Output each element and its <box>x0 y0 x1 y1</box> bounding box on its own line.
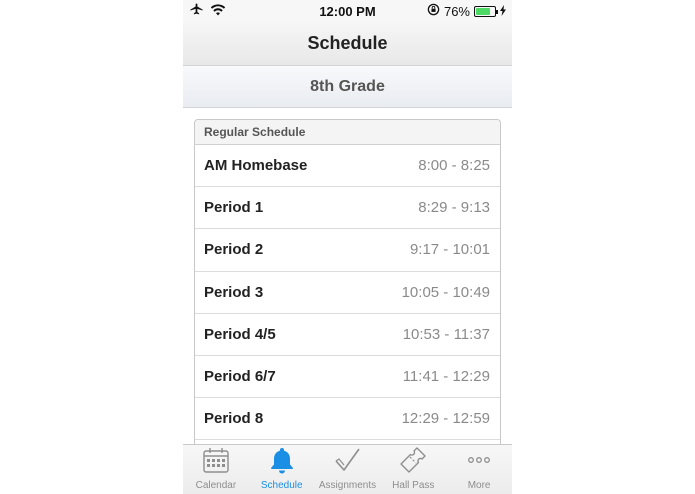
period-name: Period 6/7 <box>204 368 276 386</box>
tab-label: More <box>467 480 491 491</box>
period-time: 8:29 - 9:13 <box>418 199 490 217</box>
battery-level <box>476 7 490 15</box>
period-time: 10:05 - 10:49 <box>401 283 490 301</box>
bell-icon <box>267 445 297 480</box>
more-icon <box>464 445 494 480</box>
tab-schedule[interactable]: Schedule <box>249 445 315 494</box>
table-row[interactable]: Period 4/5 10:53 - 11:37 <box>195 314 500 356</box>
period-time: 10:53 - 11:37 <box>402 325 490 343</box>
status-bar: 12:00 PM 76% <box>183 0 512 22</box>
battery-percent: 76% <box>443 3 470 19</box>
table-row[interactable]: Period 3 10:05 - 10:49 <box>195 272 500 314</box>
tab-calendar[interactable]: Calendar <box>183 445 249 494</box>
table-row[interactable]: AM Homebase 8:00 - 8:25 <box>195 145 500 188</box>
period-time: 11:41 - 12:29 <box>402 368 490 386</box>
charging-icon <box>500 4 506 19</box>
period-name: Period 8 <box>204 410 264 428</box>
period-time: 12:29 - 12:59 <box>401 410 490 428</box>
battery-icon <box>474 5 498 17</box>
checkmark-icon <box>332 445 362 480</box>
tab-label: Calendar <box>195 480 237 491</box>
period-name: AM Homebase <box>204 157 308 175</box>
period-name: Period 3 <box>204 283 264 301</box>
rotation-lock-icon <box>427 3 440 19</box>
period-time: 8:00 - 8:25 <box>418 157 490 175</box>
tab-more[interactable]: More <box>446 445 512 494</box>
period-name: Period 1 <box>204 199 264 217</box>
grade-label: 8th Grade <box>310 77 385 95</box>
tab-label: Assignments <box>318 480 377 491</box>
grade-selector[interactable]: 8th Grade <box>183 66 512 108</box>
page-title: Schedule <box>307 33 388 53</box>
tab-bar: Calendar Schedule Assignments Hall Pass … <box>183 444 512 494</box>
tab-hall-pass[interactable]: Hall Pass <box>380 445 446 494</box>
phone-screen: 12:00 PM 76% Schedule 8th Grade Regular … <box>183 0 512 494</box>
nav-bar: Schedule <box>183 22 512 66</box>
table-row[interactable]: Period 6/7 11:41 - 12:29 <box>195 356 500 399</box>
table-row[interactable]: Period 8 12:29 - 12:59 <box>195 398 500 441</box>
tab-label: Hall Pass <box>392 480 435 491</box>
period-name: Period 4/5 <box>204 325 276 343</box>
schedule-header: Regular Schedule <box>195 120 500 145</box>
ticket-icon <box>398 445 428 480</box>
tab-label: Schedule <box>260 480 303 491</box>
calendar-icon <box>201 445 231 480</box>
schedule-card: Regular Schedule AM Homebase 8:00 - 8:25… <box>194 119 501 449</box>
table-row[interactable]: Period 2 9:17 - 10:01 <box>195 229 500 272</box>
period-time: 9:17 - 10:01 <box>409 241 490 259</box>
period-name: Period 2 <box>204 241 264 259</box>
tab-assignments[interactable]: Assignments <box>315 445 381 494</box>
table-row[interactable]: Period 1 8:29 - 9:13 <box>195 187 500 230</box>
